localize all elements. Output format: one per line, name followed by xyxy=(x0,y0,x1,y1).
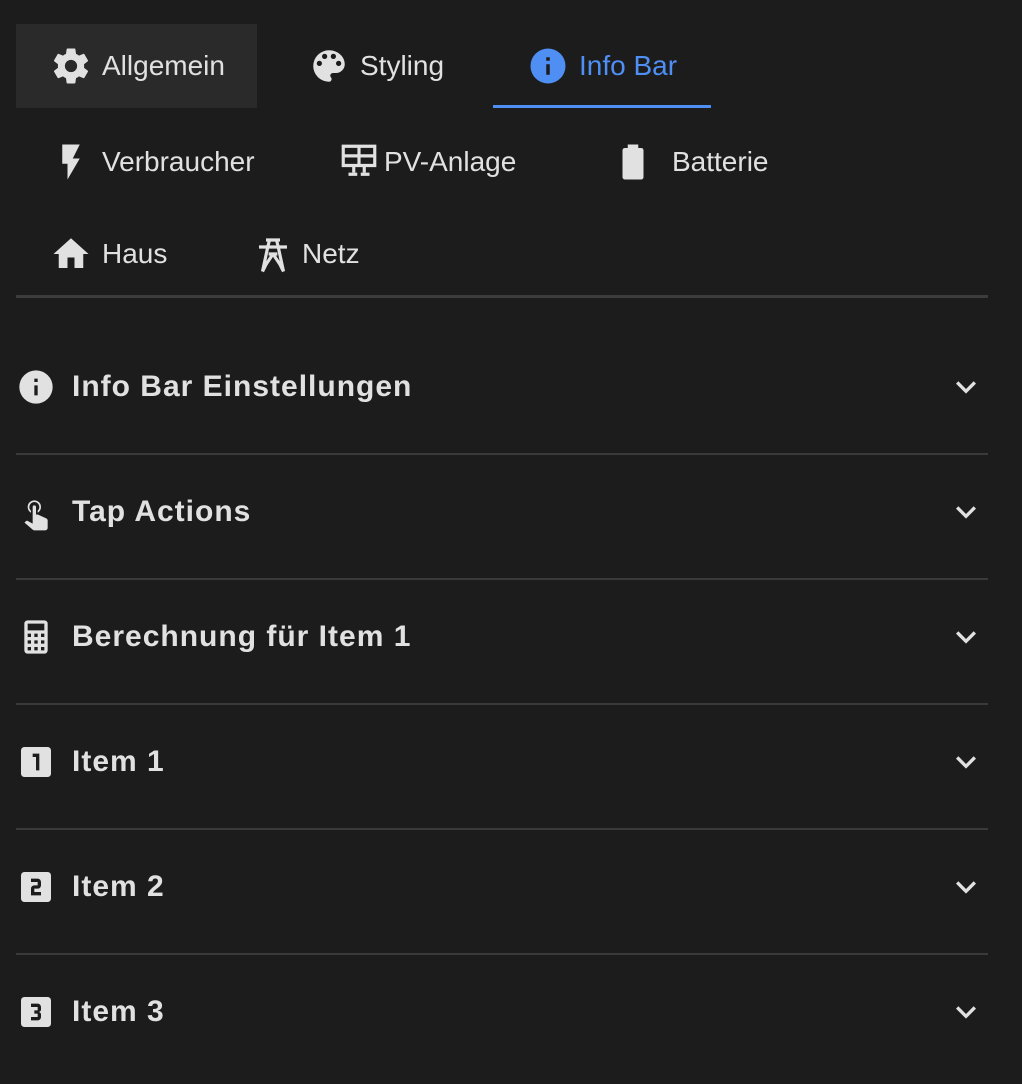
chevron-down-icon[interactable] xyxy=(946,617,986,657)
tab-netz[interactable]: Netz xyxy=(236,212,406,296)
panel-title: Item 1 xyxy=(72,745,165,778)
calculator-icon xyxy=(16,617,56,657)
panel-header[interactable]: Berechnung für Item 1 xyxy=(16,580,988,694)
panel-item-3[interactable]: Item 3 xyxy=(16,955,988,1080)
panel-item-1[interactable]: Item 1 xyxy=(16,705,988,830)
chevron-down-icon[interactable] xyxy=(946,742,986,782)
chevron-down-icon[interactable] xyxy=(946,867,986,907)
numeric-2-box-icon xyxy=(16,867,56,907)
tab-pv-anlage[interactable]: PV-Anlage xyxy=(322,120,562,204)
battery-icon xyxy=(612,141,654,183)
settings-accordion: Info Bar Einstellungen Tap Actions Berec… xyxy=(16,330,988,1080)
tab-haus[interactable]: Haus xyxy=(16,212,206,296)
tab-info-bar[interactable]: Info Bar xyxy=(493,24,711,108)
tab-label: Haus xyxy=(102,238,168,269)
panel-title: Item 2 xyxy=(72,870,165,903)
tab-label: Netz xyxy=(302,238,360,269)
info-icon xyxy=(527,45,569,87)
tab-label: Batterie xyxy=(672,146,769,177)
gear-icon xyxy=(50,45,92,87)
panel-title: Item 3 xyxy=(72,995,165,1028)
transmission-tower-icon xyxy=(252,233,294,275)
chevron-down-icon[interactable] xyxy=(946,992,986,1032)
numeric-3-box-icon xyxy=(16,992,56,1032)
panel-berechnung-item-1[interactable]: Berechnung für Item 1 xyxy=(16,580,988,705)
tab-styling[interactable]: Styling xyxy=(292,24,492,108)
tab-label: Styling xyxy=(360,50,445,81)
panel-tap-actions[interactable]: Tap Actions xyxy=(16,455,988,580)
numeric-1-box-icon xyxy=(16,742,56,782)
palette-icon xyxy=(308,45,350,87)
tab-label: PV-Anlage xyxy=(384,146,517,177)
panel-header[interactable]: Item 3 xyxy=(16,955,988,1069)
tab-bar: Allgemein Styling Info Bar Verbraucher P xyxy=(16,24,988,298)
panel-title: Tap Actions xyxy=(72,495,252,528)
panel-item-2[interactable]: Item 2 xyxy=(16,830,988,955)
tab-allgemein[interactable]: Allgemein xyxy=(16,24,257,108)
panel-header[interactable]: Info Bar Einstellungen xyxy=(16,330,988,444)
panel-info-bar-einstellungen[interactable]: Info Bar Einstellungen xyxy=(16,330,988,455)
editor-page: Allgemein Styling Info Bar Verbraucher P xyxy=(0,0,1022,1084)
chevron-down-icon[interactable] xyxy=(946,367,986,407)
panel-title: Info Bar Einstellungen xyxy=(72,370,413,403)
tab-verbraucher[interactable]: Verbraucher xyxy=(16,120,286,204)
chevron-down-icon[interactable] xyxy=(946,492,986,532)
info-icon xyxy=(16,367,56,407)
panel-header[interactable]: Item 1 xyxy=(16,705,988,819)
panel-header[interactable]: Item 2 xyxy=(16,830,988,944)
lightning-icon xyxy=(50,141,92,183)
tab-label: Info Bar xyxy=(579,50,678,81)
solar-panel-icon xyxy=(338,141,380,183)
home-icon xyxy=(50,233,92,275)
panel-header[interactable]: Tap Actions xyxy=(16,455,988,569)
tab-batterie[interactable]: Batterie xyxy=(596,120,796,204)
panel-title: Berechnung für Item 1 xyxy=(72,620,412,653)
gesture-tap-icon xyxy=(16,492,56,532)
tab-label: Verbraucher xyxy=(102,146,255,177)
tab-label: Allgemein xyxy=(102,50,225,81)
